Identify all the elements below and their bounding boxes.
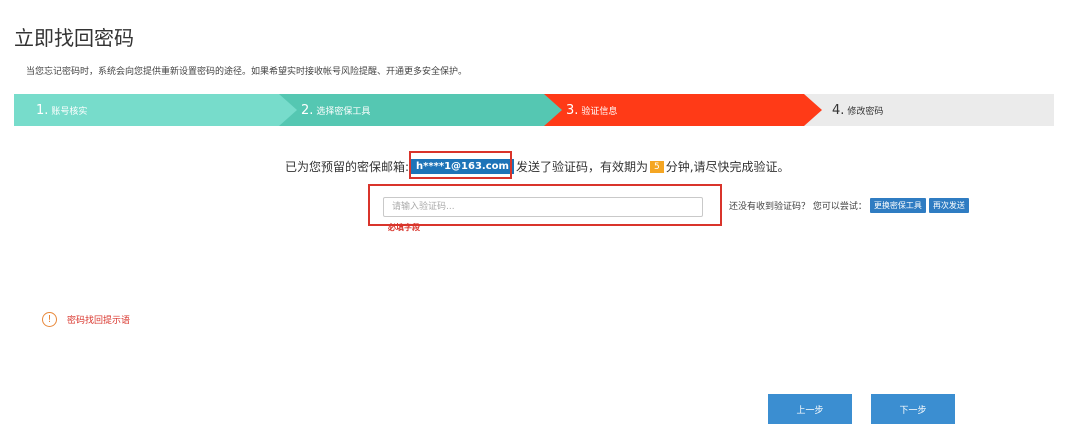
progress-steps: 1. 账号核实 2. 选择密保工具 3. 验证信息 4. 修改密码 (14, 94, 1076, 126)
step-change-password: 4. 修改密码 (804, 94, 1054, 126)
step-account-verify: 1. 账号核实 (14, 94, 309, 126)
tip-text: 密码找回提示语 (67, 316, 131, 326)
change-tool-button[interactable]: 更换密保工具 (869, 198, 926, 213)
step-number: 2. (301, 102, 314, 118)
step-label: 修改密码 (847, 106, 884, 117)
required-field-label: 必填字段 (388, 223, 420, 232)
step-number: 3. (566, 102, 579, 118)
step-number: 1. (36, 102, 49, 118)
hint-text: 还没有收到验证码？ 您可以尝试： (729, 202, 867, 212)
step-label: 选择密保工具 (316, 106, 371, 117)
email-highlight-box (409, 151, 512, 179)
resend-hint: 还没有收到验证码？ 您可以尝试： 更换密保工具 再次发送 (729, 198, 969, 213)
next-step-button[interactable]: 下一步 (871, 394, 955, 424)
password-recovery-page: 立即找回密码 当您忘记密码时，系统会向您提供重新设置密码的途径。如果希望实时接收… (0, 0, 1080, 438)
page-subtitle: 当您忘记密码时，系统会向您提供重新设置密码的途径。如果希望实时接收帐号风险提醒、… (26, 67, 468, 77)
step-number: 4. (832, 102, 845, 118)
step-label: 账号核实 (51, 106, 88, 117)
page-title: 立即找回密码 (14, 26, 134, 50)
recovery-tip[interactable]: ! 密码找回提示语 (42, 312, 130, 327)
verification-message: 已为您预留的密保邮箱: h****1@163.com 发送了验证码，有效期为 5… (285, 158, 790, 175)
minutes-badge: 5 (649, 160, 664, 173)
message-prefix: 已为您预留的密保邮箱: (285, 160, 410, 174)
warning-circle-icon: ! (42, 312, 57, 327)
step-label: 验证信息 (581, 106, 618, 117)
message-middle: 发送了验证码，有效期为 (515, 160, 648, 174)
prev-step-button[interactable]: 上一步 (768, 394, 852, 424)
resend-button[interactable]: 再次发送 (928, 198, 969, 213)
message-suffix: 分钟,请尽快完成验证。 (665, 160, 790, 174)
step-select-tool: 2. 选择密保工具 (279, 94, 574, 126)
verification-code-input[interactable] (383, 197, 703, 217)
